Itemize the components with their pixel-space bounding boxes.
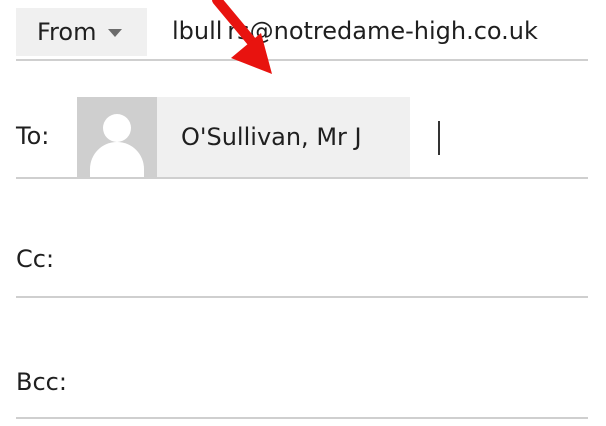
red-arrow-icon xyxy=(212,0,272,74)
avatar xyxy=(77,97,157,177)
bcc-divider xyxy=(16,417,588,419)
from-divider xyxy=(16,59,588,61)
to-input-caret[interactable] xyxy=(438,121,440,155)
from-address: lbull rs@notredame-high.co.uk xyxy=(172,17,538,45)
cc-label: Cc: xyxy=(16,245,55,273)
recipient-chip[interactable]: O'Sullivan, Mr J xyxy=(77,97,410,177)
chevron-down-icon xyxy=(108,29,123,37)
recipient-name: O'Sullivan, Mr J xyxy=(181,123,362,151)
to-label: To: xyxy=(16,122,50,150)
cc-divider xyxy=(16,296,588,298)
from-label: From xyxy=(37,18,97,46)
to-divider xyxy=(16,177,588,179)
person-placeholder-icon xyxy=(103,114,131,142)
from-dropdown-button[interactable]: From xyxy=(16,8,147,56)
bcc-label: Bcc: xyxy=(16,368,67,396)
